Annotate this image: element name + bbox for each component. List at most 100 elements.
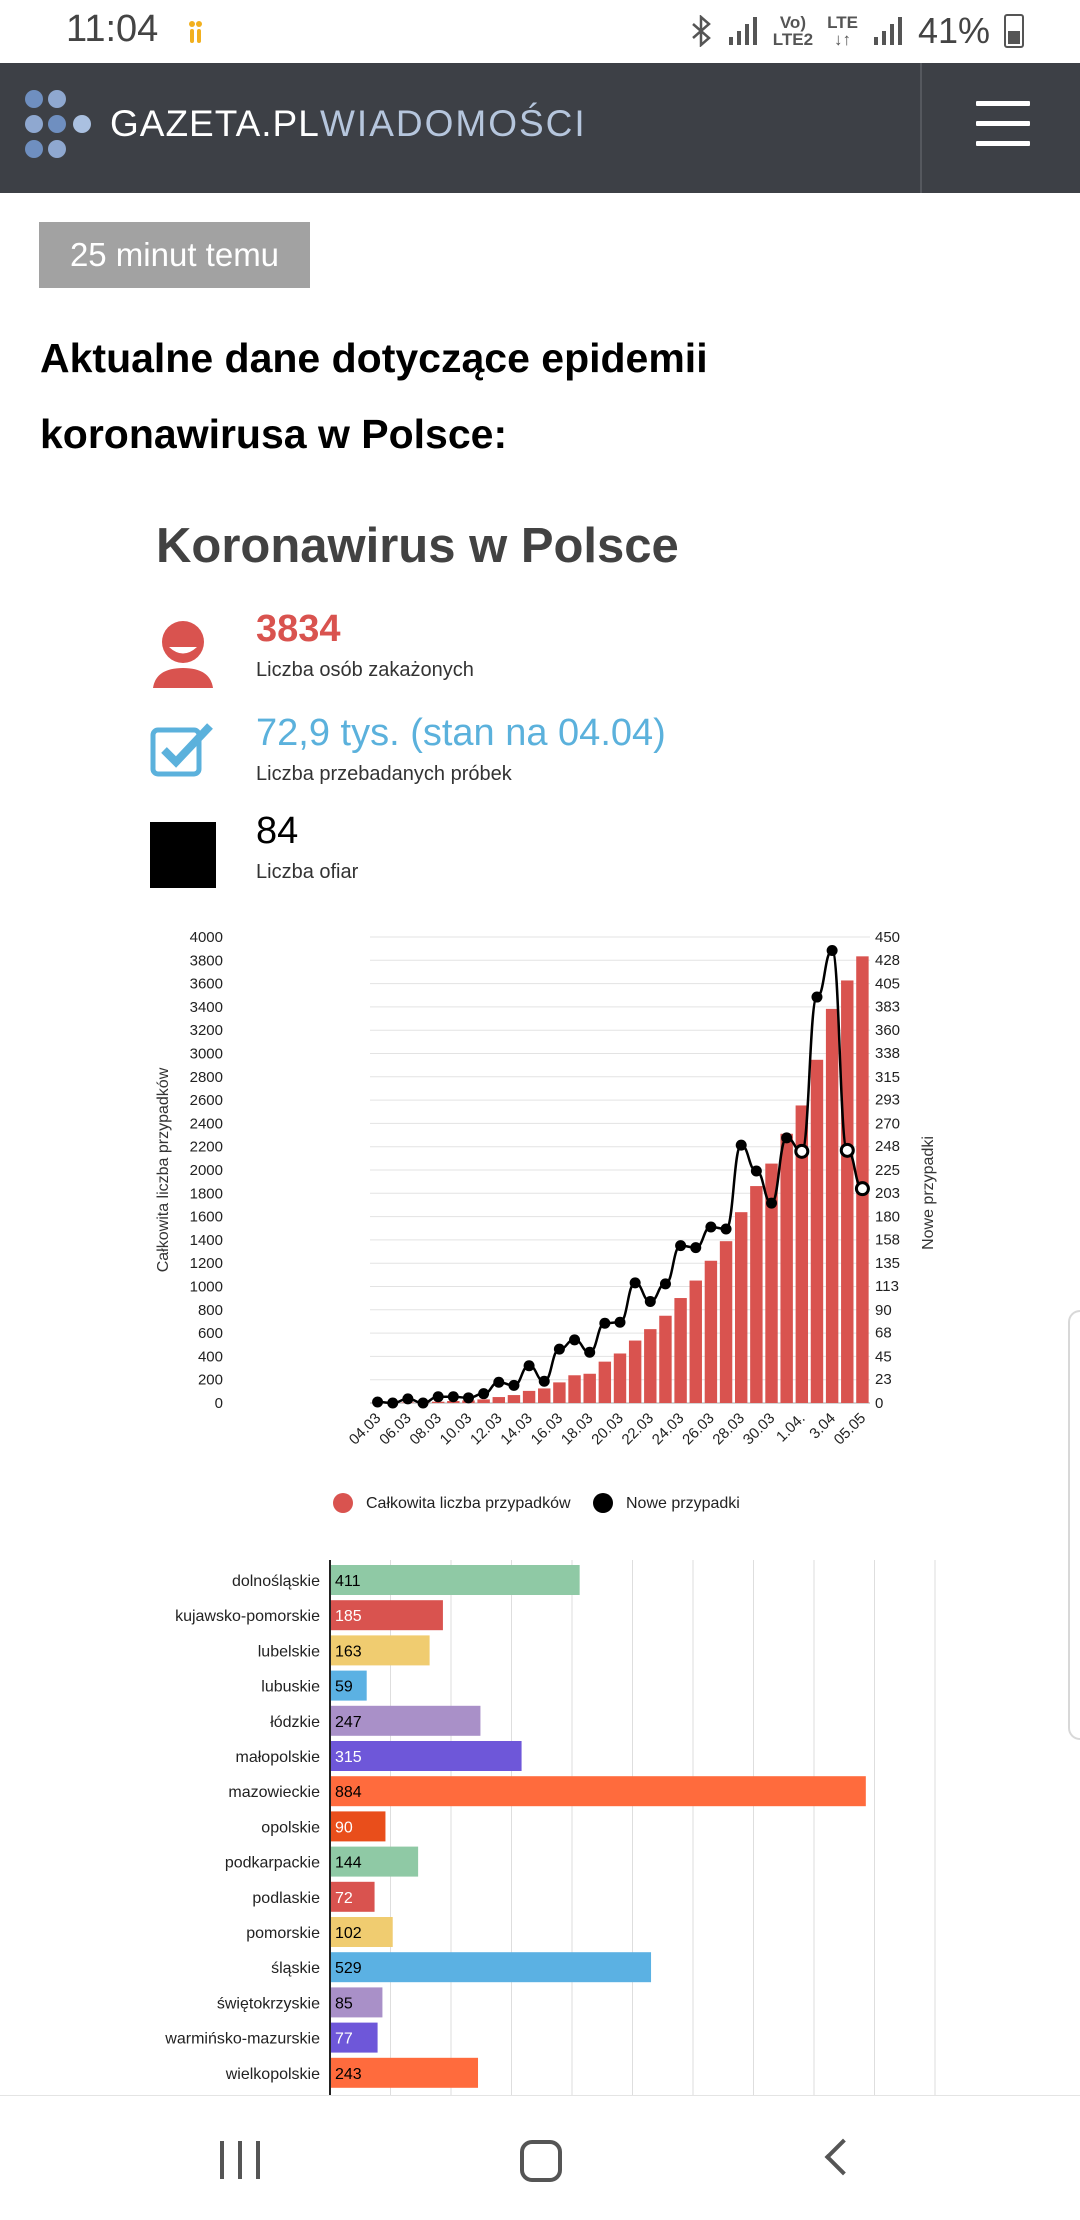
new-cases-point	[735, 1139, 747, 1151]
infected-stat: 3834 Liczba osób zakażonych	[256, 608, 474, 682]
x-tick-label: 20.03	[588, 1410, 627, 1449]
voivodeship-bar	[331, 1776, 866, 1807]
article-headline: Aktualne dane dotyczące epidemii koronaw…	[40, 335, 708, 457]
voivodeship-bar	[331, 1952, 652, 1983]
bar-value-label: 77	[335, 2031, 353, 2048]
bar-total-cases	[598, 1361, 612, 1403]
new-cases-point	[781, 1132, 793, 1144]
bar-total-cases	[583, 1373, 596, 1403]
tests-stat: 72,9 tys. (stan na 04.04) Liczba przebad…	[256, 712, 666, 786]
bar-total-cases	[780, 1133, 793, 1403]
legend-label-new: Nowe przypadki	[626, 1495, 740, 1512]
bar-value-label: 144	[335, 1855, 362, 1872]
category-label: małopolskie	[236, 1749, 321, 1766]
category-label: podlaskie	[252, 1890, 320, 1907]
right-tick-label: 45	[875, 1348, 892, 1365]
tests-label: Liczba przebadanych próbek	[256, 763, 512, 785]
bar-total-cases	[704, 1260, 718, 1403]
x-tick-label: 24.03	[649, 1410, 688, 1449]
bar-total-cases	[841, 980, 854, 1403]
right-tick-label: 405	[875, 976, 900, 993]
infected-label: Liczba osób zakażonych	[256, 659, 474, 681]
new-cases-point	[447, 1391, 459, 1403]
right-tick-label: 158	[875, 1231, 900, 1248]
right-tick-label: 113	[875, 1278, 899, 1295]
new-cases-point	[538, 1375, 550, 1387]
home-icon[interactable]	[520, 2140, 562, 2182]
left-tick-label: 3200	[190, 1022, 223, 1039]
left-tick-label: 3800	[190, 952, 223, 969]
new-cases-point	[644, 1296, 656, 1308]
new-cases-point	[508, 1379, 520, 1391]
right-tick-label: 270	[875, 1115, 900, 1132]
category-label: podkarpackie	[225, 1855, 320, 1872]
bar-total-cases	[689, 1280, 702, 1403]
right-tick-label: 248	[875, 1138, 900, 1155]
x-tick-label: 18.03	[558, 1410, 597, 1449]
bar-total-cases	[522, 1390, 536, 1403]
recent-apps-icon[interactable]	[220, 2141, 260, 2179]
category-label: pomorskie	[246, 1925, 320, 1942]
black-square-icon	[150, 822, 216, 888]
legend-swatch-total	[333, 1493, 353, 1513]
new-cases-point	[599, 1317, 611, 1329]
lte-indicator: LTE ↓↑	[827, 13, 858, 49]
x-tick-label: 08.03	[406, 1410, 445, 1449]
legend-swatch-new	[593, 1493, 613, 1513]
bar-value-label: 411	[335, 1573, 361, 1590]
bar-value-label: 243	[335, 2066, 362, 2083]
cases-by-voivodeship-chart: dolnośląskie 411 kujawsko-pomorskie 185 lube…	[164, 1560, 936, 2100]
x-tick-label: 05.05	[831, 1410, 870, 1449]
left-tick-label: 400	[198, 1348, 223, 1365]
bottom-navigation	[0, 2095, 1080, 2220]
bar-value-label: 185	[335, 1608, 362, 1625]
deaths-label: Liczba ofiar	[256, 861, 359, 883]
battery-icon	[1004, 14, 1024, 48]
legend-label-total: Całkowita liczba przypadków	[366, 1495, 571, 1512]
x-tick-label: 06.03	[376, 1410, 415, 1449]
side-panel-handle[interactable]	[1068, 1310, 1080, 1740]
bar-value-label: 884	[335, 1784, 362, 1801]
hamburger-menu-icon[interactable]	[976, 101, 1030, 151]
section-name[interactable]: WIADOMOŚCI	[320, 103, 587, 145]
x-tick-label: 14.03	[497, 1410, 536, 1449]
left-tick-label: 4000	[190, 929, 223, 946]
bar-total-cases	[750, 1186, 763, 1403]
brand-name[interactable]: GAZETA.PL	[110, 103, 320, 145]
battery-percent: 41%	[917, 10, 990, 51]
bar-total-cases	[492, 1397, 505, 1403]
back-icon[interactable]	[824, 2138, 862, 2176]
cases-over-time-chart: 0200400600800100012001400160018002000220…	[155, 929, 937, 1513]
left-tick-label: 600	[198, 1325, 223, 1342]
left-tick-label: 3600	[190, 976, 223, 993]
right-tick-label: 90	[875, 1302, 892, 1319]
y-axis-title-right: Nowe przypadki	[920, 1136, 937, 1250]
left-tick-label: 800	[198, 1302, 223, 1319]
y-axis-title-left: Całkowita liczba przypadków	[155, 1067, 172, 1272]
right-tick-label: 68	[875, 1325, 892, 1342]
right-tick-label: 0	[875, 1395, 883, 1412]
status-time: 11:04	[66, 8, 159, 50]
left-tick-label: 3400	[190, 999, 223, 1016]
new-cases-point	[478, 1388, 490, 1400]
right-tick-label: 338	[875, 1045, 900, 1062]
category-label: świętokrzyskie	[217, 1995, 320, 2012]
left-tick-label: 2000	[190, 1162, 223, 1179]
bar-total-cases	[735, 1212, 748, 1403]
new-cases-point	[720, 1223, 732, 1235]
new-cases-point	[854, 1181, 870, 1197]
category-label: śląskie	[271, 1960, 320, 1977]
signal-icon-2	[873, 17, 902, 45]
bar-total-cases	[810, 1059, 824, 1403]
bar-value-label: 90	[335, 1819, 353, 1836]
bar-value-label: 72	[335, 1890, 353, 1907]
left-tick-label: 200	[198, 1372, 223, 1389]
new-cases-point	[387, 1397, 399, 1409]
gazeta-logo-icon[interactable]	[24, 87, 94, 161]
new-cases-point	[584, 1346, 596, 1358]
right-tick-label: 293	[875, 1092, 900, 1109]
right-tick-label: 225	[875, 1162, 900, 1179]
new-cases-point	[750, 1165, 762, 1177]
left-tick-label: 2800	[190, 1069, 223, 1086]
bar-value-label: 59	[335, 1679, 353, 1696]
